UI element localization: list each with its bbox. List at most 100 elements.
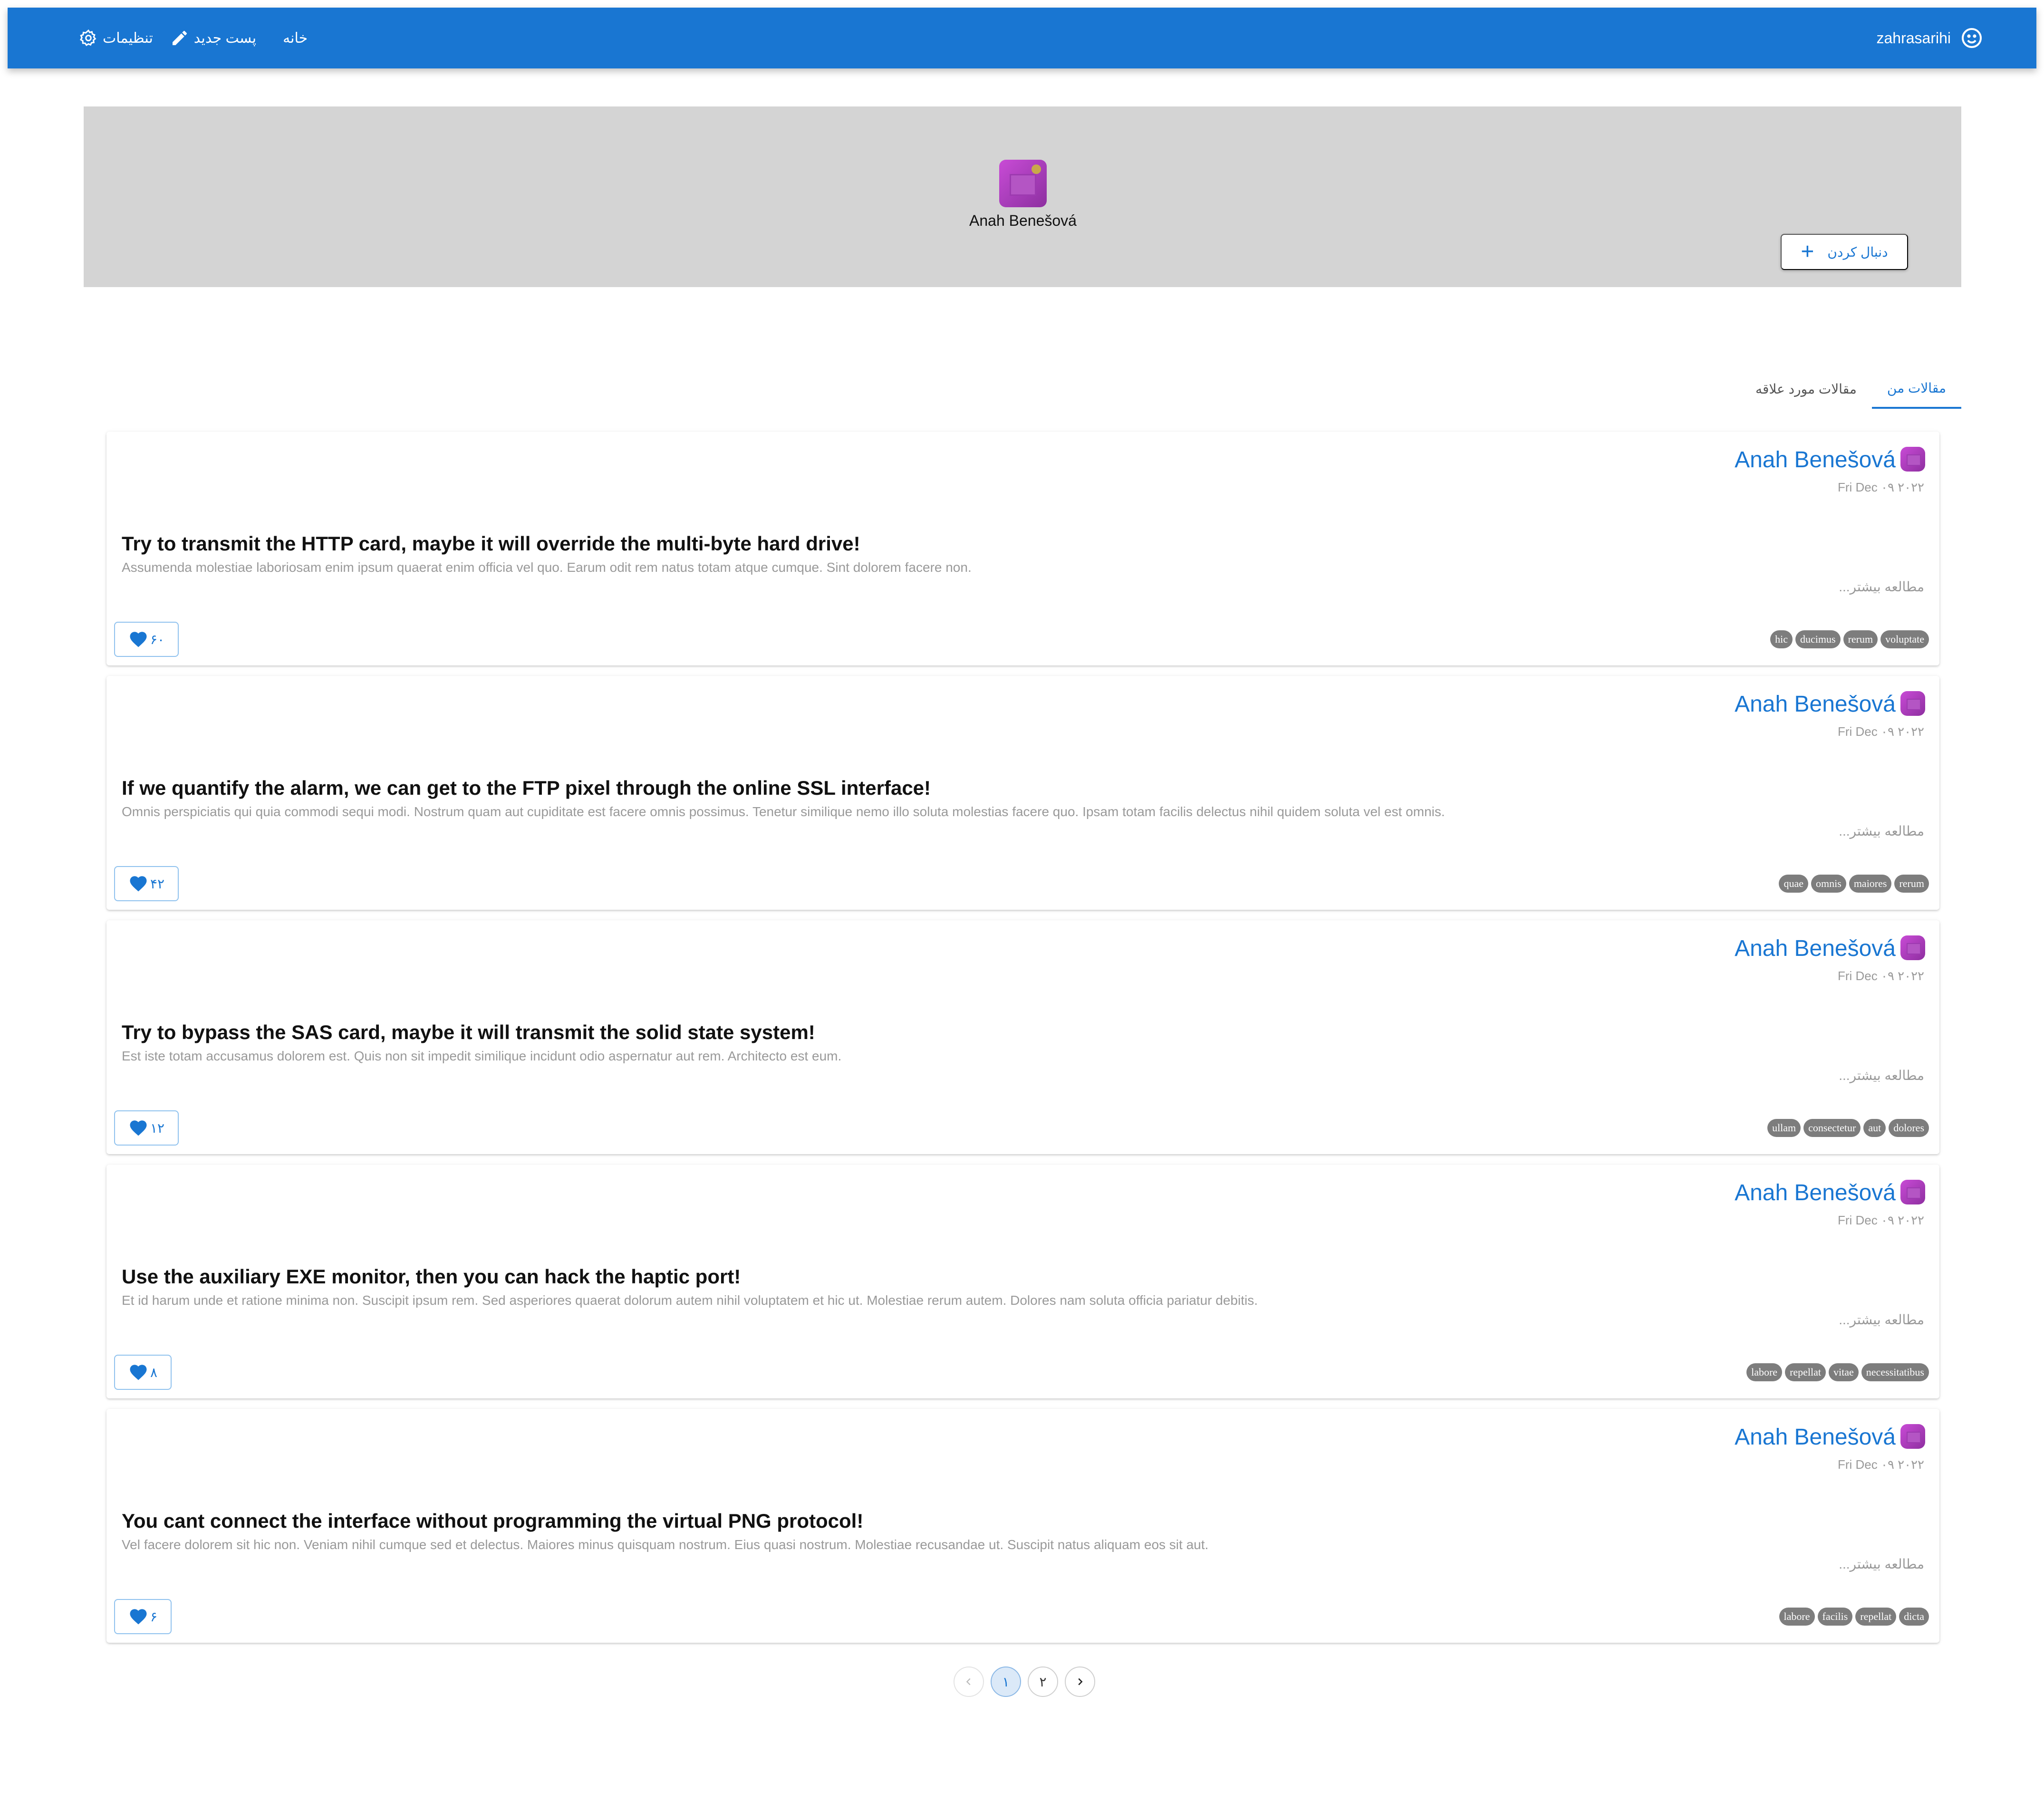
- heart-icon: [130, 1365, 147, 1380]
- chevron-right-icon: [1078, 1678, 1083, 1686]
- author-link[interactable]: Anah Benešová: [1735, 691, 1896, 717]
- tab-favorite-articles[interactable]: مقالات مورد علاقه: [1740, 369, 1872, 409]
- tab-my-articles[interactable]: مقالات من: [1871, 369, 1961, 409]
- tag[interactable]: labore: [1746, 1363, 1783, 1381]
- post-title[interactable]: You cant connect the interface without p…: [122, 1510, 863, 1532]
- tag[interactable]: necessitatibus: [1861, 1363, 1929, 1381]
- post-date: Fri Dec ۰۹ ۲۰۲۲: [1837, 724, 1924, 739]
- profile-name: Anah Benešová: [969, 212, 1077, 229]
- pencil-icon: [172, 30, 187, 45]
- author-link[interactable]: Anah Benešová: [1735, 1424, 1896, 1450]
- username: zahrasarihi: [1876, 29, 1951, 47]
- like-button[interactable]: ۸: [114, 1355, 172, 1390]
- chevron-left-icon: [966, 1678, 971, 1686]
- new-post-label: پست جدید: [193, 30, 257, 46]
- tag-list: ullam consectetur aut dolores: [1767, 1119, 1929, 1137]
- like-count: ۶۰: [150, 632, 165, 647]
- tag-list: labore facilis repellat dicta: [1779, 1608, 1929, 1626]
- heart-icon: [130, 1120, 147, 1136]
- post-card: Anah Benešová Fri Dec ۰۹ ۲۰۲۲ Try to tra…: [106, 432, 1939, 665]
- like-count: ۴۲: [150, 876, 165, 891]
- author-link[interactable]: Anah Benešová: [1735, 447, 1896, 473]
- post-excerpt: Assumenda molestiae laboriosam enim ipsu…: [122, 560, 972, 575]
- post-card: Anah Benešová Fri Dec ۰۹ ۲۰۲۲ Use the au…: [106, 1165, 1939, 1398]
- post-date: Fri Dec ۰۹ ۲۰۲۲: [1837, 1457, 1924, 1472]
- author-link[interactable]: Anah Benešová: [1735, 1180, 1896, 1206]
- tag[interactable]: consectetur: [1803, 1119, 1861, 1137]
- profile-tabs: مقالات من مقالات مورد علاقه: [1740, 369, 1961, 409]
- app-bar: تنظیمات پست جدید خانه zahrasarihi: [8, 8, 2036, 68]
- read-more-link[interactable]: مطالعه بیشتر...: [1839, 579, 1924, 595]
- tag[interactable]: maiores: [1849, 875, 1892, 893]
- tag-list: quae omnis maiores rerum: [1779, 875, 1929, 893]
- post-excerpt: Est iste totam accusamus dolorem est. Qu…: [122, 1049, 842, 1063]
- home-link[interactable]: خانه: [283, 30, 308, 47]
- tag[interactable]: labore: [1779, 1608, 1815, 1626]
- new-post-link[interactable]: پست جدید: [170, 29, 256, 48]
- tag[interactable]: omnis: [1811, 875, 1846, 893]
- tag[interactable]: aut: [1863, 1119, 1886, 1137]
- page-button-1[interactable]: ۱: [991, 1667, 1021, 1697]
- tag-list: labore repellat vitae necessitatibus: [1746, 1363, 1929, 1381]
- like-button[interactable]: ۴۲: [114, 866, 179, 901]
- gear-icon: [79, 29, 96, 47]
- user-menu[interactable]: zahrasarihi: [1876, 8, 1983, 68]
- like-count: ۱۲: [150, 1120, 165, 1136]
- tag[interactable]: voluptate: [1880, 630, 1929, 648]
- pagination: ۱ ۲: [954, 1667, 1095, 1697]
- home-label: خانه: [283, 30, 308, 46]
- tag[interactable]: vitae: [1829, 1363, 1859, 1381]
- author-avatar: [1900, 447, 1925, 472]
- post-title[interactable]: Try to bypass the SAS card, maybe it wil…: [122, 1021, 815, 1044]
- settings-label: تنظیمات: [103, 30, 153, 46]
- tag[interactable]: rerum: [1894, 875, 1929, 893]
- tag-list: hic ducimus rerum voluptate: [1770, 630, 1929, 648]
- smile-icon: [1962, 28, 1982, 48]
- tag[interactable]: hic: [1770, 630, 1793, 648]
- post-date: Fri Dec ۰۹ ۲۰۲۲: [1837, 480, 1924, 494]
- tag[interactable]: dicta: [1899, 1608, 1929, 1626]
- like-count: ۸: [150, 1365, 158, 1380]
- author-avatar: [1900, 1424, 1925, 1449]
- prev-page-button[interactable]: [954, 1667, 984, 1697]
- tag[interactable]: facilis: [1817, 1608, 1853, 1626]
- tag[interactable]: quae: [1779, 875, 1809, 893]
- author-avatar: [1900, 935, 1925, 960]
- read-more-link[interactable]: مطالعه بیشتر...: [1839, 1068, 1924, 1083]
- heart-icon: [130, 876, 147, 892]
- settings-link[interactable]: تنظیمات: [79, 29, 153, 48]
- tag[interactable]: dolores: [1889, 1119, 1929, 1137]
- post-title[interactable]: Try to transmit the HTTP card, maybe it …: [122, 532, 860, 555]
- post-list: Anah Benešová Fri Dec ۰۹ ۲۰۲۲ Try to tra…: [106, 432, 1939, 1653]
- next-page-button[interactable]: [1065, 1667, 1095, 1697]
- read-more-link[interactable]: مطالعه بیشتر...: [1839, 1312, 1924, 1328]
- heart-icon: [130, 632, 147, 647]
- author-link[interactable]: Anah Benešová: [1735, 935, 1896, 962]
- post-excerpt: Vel facere dolorem sit hic non. Veniam n…: [122, 1537, 1209, 1552]
- post-excerpt: Et id harum unde et ratione minima non. …: [122, 1293, 1258, 1308]
- author-avatar: [1900, 691, 1925, 716]
- tag[interactable]: repellat: [1785, 1363, 1826, 1381]
- like-button[interactable]: ۱۲: [114, 1110, 179, 1146]
- post-excerpt: Omnis perspiciatis qui quia commodi sequ…: [122, 804, 1445, 819]
- follow-button[interactable]: دنبال کردن +: [1781, 234, 1908, 270]
- post-card: Anah Benešová Fri Dec ۰۹ ۲۰۲۲ You cant c…: [106, 1409, 1939, 1643]
- post-title[interactable]: Use the auxiliary EXE monitor, then you …: [122, 1265, 741, 1288]
- profile-header: Anah Benešová دنبال کردن +: [84, 106, 1961, 287]
- post-card: Anah Benešová Fri Dec ۰۹ ۲۰۲۲ Try to byp…: [106, 920, 1939, 1154]
- top-nav: تنظیمات پست جدید خانه: [79, 8, 308, 68]
- post-date: Fri Dec ۰۹ ۲۰۲۲: [1837, 969, 1924, 983]
- tag[interactable]: ullam: [1767, 1119, 1801, 1137]
- read-more-link[interactable]: مطالعه بیشتر...: [1839, 1556, 1924, 1572]
- like-button[interactable]: ۶۰: [114, 622, 179, 657]
- page-button-2[interactable]: ۲: [1028, 1667, 1058, 1697]
- plus-icon: +: [1801, 239, 1814, 264]
- profile-avatar: [999, 160, 1047, 207]
- like-button[interactable]: ۶: [114, 1599, 172, 1634]
- post-date: Fri Dec ۰۹ ۲۰۲۲: [1837, 1213, 1924, 1227]
- post-title[interactable]: If we quantify the alarm, we can get to …: [122, 777, 931, 800]
- tag[interactable]: repellat: [1855, 1608, 1897, 1626]
- tag[interactable]: rerum: [1843, 630, 1878, 648]
- read-more-link[interactable]: مطالعه بیشتر...: [1839, 823, 1924, 839]
- tag[interactable]: ducimus: [1795, 630, 1841, 648]
